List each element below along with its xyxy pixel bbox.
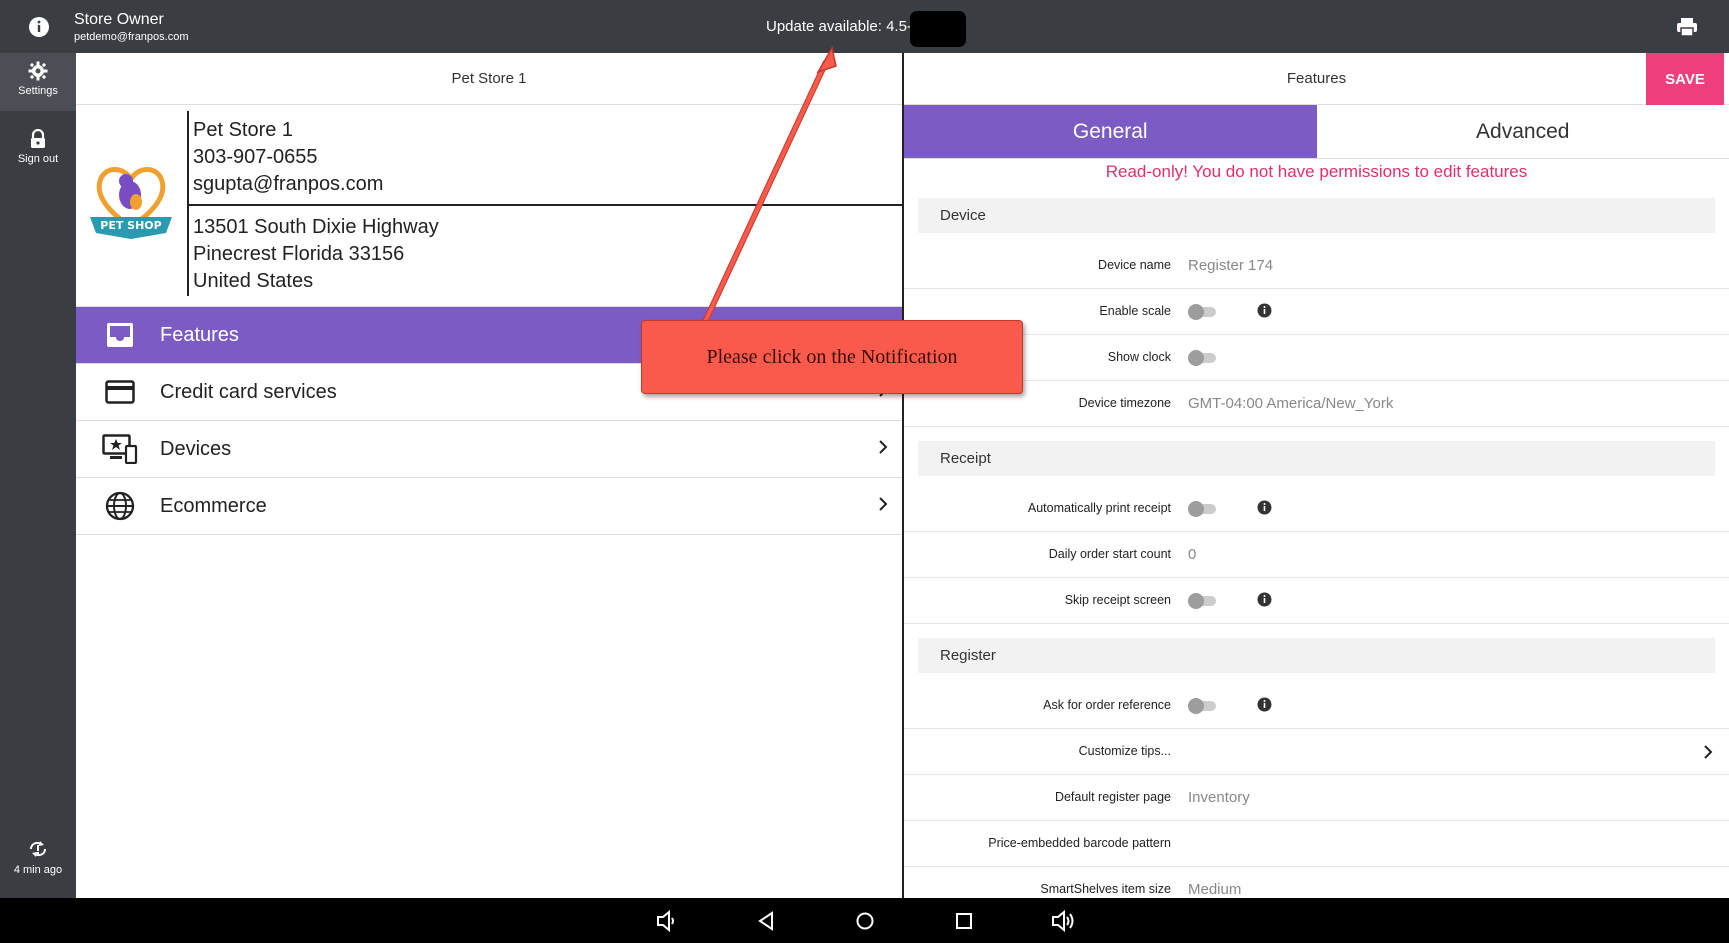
row-enable-scale: Enable scale	[904, 289, 1729, 335]
order-ref-toggle[interactable]	[1188, 698, 1216, 714]
enable-scale-toggle[interactable]	[1188, 304, 1216, 320]
features-panel: Features SAVE General Advanced Read-only…	[902, 53, 1729, 898]
chevron-right-icon	[1704, 745, 1713, 759]
store-details: Pet Store 1 303-907-0655 sgupta@franpos.…	[187, 111, 902, 296]
auto-print-label: Automatically print receipt	[1027, 501, 1171, 515]
pet-shop-logo: PET SHOP	[86, 155, 176, 245]
volume-up-icon[interactable]	[1051, 910, 1075, 932]
order-ref-label: Ask for order reference	[1043, 698, 1171, 712]
timezone-value[interactable]: GMT-04:00 America/New_York	[1188, 395, 1393, 412]
menu-label-devices: Devices	[160, 437, 232, 460]
menu-label-features: Features	[160, 323, 239, 346]
tips-label: Customize tips...	[1078, 744, 1171, 758]
user-email: petdemo@franpos.com	[74, 31, 189, 43]
menu-item-ecommerce[interactable]: Ecommerce	[76, 478, 902, 535]
row-device-timezone: Device timezone GMT-04:00 America/New_Yo…	[904, 381, 1729, 427]
row-auto-print: Automatically print receipt	[904, 486, 1729, 532]
menu-label-ecommerce: Ecommerce	[160, 494, 267, 517]
default-page-value[interactable]: Inventory	[1188, 789, 1250, 806]
skip-receipt-toggle[interactable]	[1188, 593, 1216, 609]
menu-item-devices[interactable]: Devices	[76, 421, 902, 478]
store-country: United States	[193, 270, 314, 292]
device-name-label: Device name	[1098, 258, 1171, 272]
user-name: Store Owner	[74, 11, 164, 28]
feature-tabs: General Advanced	[904, 105, 1729, 159]
info-icon[interactable]	[1257, 500, 1272, 515]
sync-time: 4 min ago	[13, 864, 63, 876]
recents-icon[interactable]	[952, 910, 976, 932]
daily-count-label: Daily order start count	[1048, 547, 1171, 561]
store-phone: 303-907-0655	[193, 146, 318, 168]
device-name-value[interactable]: Register 174	[1188, 257, 1273, 274]
show-clock-toggle[interactable]	[1188, 350, 1216, 366]
home-icon[interactable]	[853, 910, 877, 932]
row-smartshelves-size: SmartShelves item size Medium	[904, 867, 1729, 898]
row-show-clock: Show clock	[904, 335, 1729, 381]
store-name: Pet Store 1	[193, 119, 294, 141]
store-address-line2: Pinecrest Florida 33156	[193, 243, 405, 265]
info-icon[interactable]	[1257, 303, 1272, 318]
store-email: sgupta@franpos.com	[193, 173, 384, 195]
gear-icon	[28, 61, 48, 81]
volume-down-icon[interactable]	[655, 910, 679, 932]
daily-count-value[interactable]: 0	[1188, 546, 1196, 563]
readonly-warning: Read-only! You do not have permissions t…	[1105, 162, 1528, 181]
store-address-line1: 13501 South Dixie Highway	[193, 216, 439, 238]
devices-icon	[84, 434, 156, 464]
info-icon[interactable]	[22, 13, 56, 41]
chevron-right-icon	[879, 497, 888, 511]
section-register: Register	[918, 638, 1715, 673]
save-button[interactable]: SAVE	[1646, 53, 1724, 105]
store-info: PET SHOP Pet Store 1 303-907-0655 sgupta…	[76, 105, 902, 307]
sync-status[interactable]: 4 min ago	[0, 840, 76, 876]
features-panel-header: Features SAVE	[904, 53, 1729, 105]
row-skip-receipt: Skip receipt screen	[904, 578, 1729, 624]
default-page-label: Default register page	[1054, 790, 1171, 804]
row-order-reference: Ask for order reference	[904, 683, 1729, 729]
printer-icon[interactable]	[1671, 13, 1703, 41]
rail-signout[interactable]: Sign out	[0, 123, 76, 179]
section-receipt: Receipt	[918, 441, 1715, 476]
sync-icon	[29, 841, 47, 857]
smartshelves-label: SmartShelves item size	[1040, 882, 1171, 896]
store-panel: Pet Store 1 PET SHOP Pet Store 1 303-907…	[76, 53, 902, 898]
row-daily-order-count: Daily order start count 0	[904, 532, 1729, 578]
menu-label-credit-card: Credit card services	[160, 380, 337, 403]
user-info: Store Owner petdemo@franpos.com	[74, 10, 189, 45]
info-icon[interactable]	[1257, 592, 1272, 607]
logo-text: PET SHOP	[100, 219, 161, 232]
update-notification[interactable]: Update available: 4.5-	[766, 18, 912, 35]
rail-settings[interactable]: Settings	[0, 53, 76, 111]
rail-signout-label: Sign out	[17, 153, 59, 165]
tab-general[interactable]: General	[904, 105, 1317, 158]
redacted-version	[910, 11, 966, 47]
system-nav-bar	[0, 898, 1729, 943]
credit-card-icon	[84, 380, 156, 404]
section-device: Device	[918, 198, 1715, 233]
chevron-right-icon	[879, 440, 888, 454]
auto-print-toggle[interactable]	[1188, 501, 1216, 517]
row-device-name: Device name Register 174	[904, 243, 1729, 289]
info-icon[interactable]	[1257, 697, 1272, 712]
show-clock-label: Show clock	[1107, 350, 1171, 364]
features-panel-title: Features	[1286, 70, 1347, 87]
row-customize-tips[interactable]: Customize tips...	[904, 729, 1729, 775]
row-barcode-pattern: Price-embedded barcode pattern	[904, 821, 1729, 867]
skip-receipt-label: Skip receipt screen	[1064, 593, 1171, 607]
side-rail: Settings Sign out	[0, 53, 76, 898]
store-panel-title: Pet Store 1	[76, 53, 902, 105]
timezone-label: Device timezone	[1078, 396, 1171, 410]
smartshelves-value[interactable]: Medium	[1188, 881, 1241, 898]
top-bar: Store Owner petdemo@franpos.com Update a…	[0, 0, 1729, 53]
lock-icon	[31, 129, 45, 148]
enable-scale-label: Enable scale	[1099, 304, 1171, 318]
rail-settings-label: Settings	[18, 85, 58, 97]
annotation-callout: Please click on the Notification	[641, 320, 1023, 394]
globe-icon	[84, 491, 156, 521]
tab-advanced[interactable]: Advanced	[1317, 105, 1729, 158]
inbox-icon	[84, 322, 156, 348]
row-default-register-page: Default register page Inventory	[904, 775, 1729, 821]
barcode-label: Price-embedded barcode pattern	[988, 836, 1171, 850]
back-icon[interactable]	[754, 910, 778, 932]
